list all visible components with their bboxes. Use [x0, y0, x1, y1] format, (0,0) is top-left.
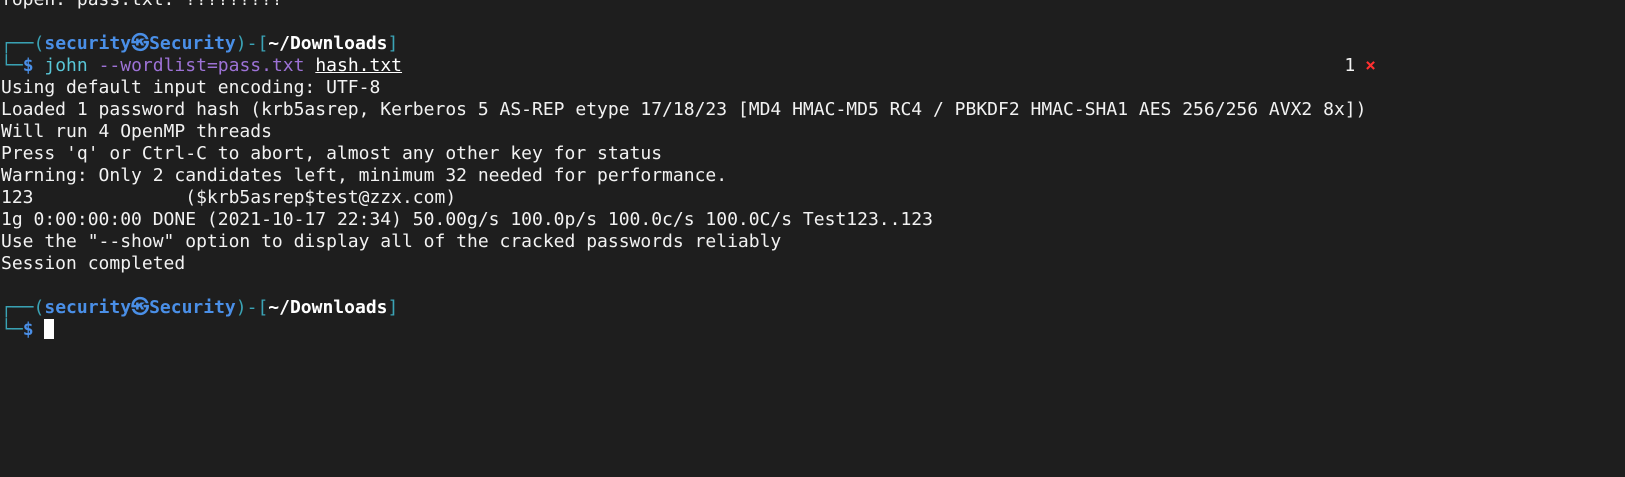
output-line: Using default input encoding: UTF-8	[1, 77, 381, 98]
output-line: Press 'q' or Ctrl-C to abort, almost any…	[1, 143, 663, 164]
prompt-frame-bottom: └─	[1, 55, 23, 76]
prompt-dollar: $	[22, 319, 34, 340]
prompt-frame-close: ]	[387, 33, 399, 54]
command-line: └─$ john --wordlist=pass.txt hash.txt 1 ×	[1, 55, 1621, 77]
output-line: Loaded 1 password hash (krb5asrep, Kerbe…	[1, 99, 1367, 120]
previous-output-line: fopen: pass.txt: ?????????	[1, 0, 1621, 11]
exit-status-count: 1	[1344, 55, 1356, 76]
text-cursor[interactable]	[44, 319, 55, 339]
output-line: 1g 0:00:00:00 DONE (2021-10-17 22:34) 50…	[1, 209, 933, 230]
output-line: Warning: Only 2 candidates left, minimum…	[1, 165, 728, 186]
skull-icon: ㉿	[131, 297, 150, 318]
error-icon: ×	[1365, 55, 1376, 76]
prompt-frame-open: ┌──(	[1, 297, 45, 318]
prompt-frame-mid: )-[	[235, 297, 269, 318]
output-line: 123 ($krb5asrep$test@zzx.com)	[1, 187, 457, 208]
prompt-frame-mid: )-[	[235, 33, 269, 54]
prompt-frame-bottom: └─	[1, 319, 23, 340]
terminal-window[interactable]: fopen: pass.txt: ????????? ┌──(security㉿…	[1, 0, 1621, 341]
prompt-line-1: ┌──(security㉿Security)-[~/Downloads]	[1, 33, 1621, 55]
output-line: Use the "--show" option to display all o…	[1, 231, 782, 252]
prompt-path: ~/Downloads	[268, 297, 388, 318]
command-option: --wordlist=pass.txt	[98, 55, 305, 76]
skull-icon: ㉿	[131, 33, 150, 54]
prompt-user: security	[44, 33, 132, 54]
output-line: Will run 4 OpenMP threads	[1, 121, 272, 142]
output-line: Session completed	[1, 253, 186, 274]
prompt-line-2: ┌──(security㉿Security)-[~/Downloads]	[1, 297, 1621, 319]
input-line[interactable]: └─$	[1, 319, 1621, 341]
prompt-frame-open: ┌──(	[1, 33, 45, 54]
prompt-frame-close: ]	[387, 297, 399, 318]
command-program: john	[44, 55, 88, 76]
prompt-dollar: $	[22, 55, 34, 76]
prompt-host: Security	[149, 33, 236, 54]
command-target-file: hash.txt	[315, 55, 403, 76]
prompt-host: Security	[149, 297, 236, 318]
prompt-user: security	[44, 297, 132, 318]
exit-status: 1 ×	[1344, 55, 1376, 77]
prompt-path: ~/Downloads	[268, 33, 388, 54]
